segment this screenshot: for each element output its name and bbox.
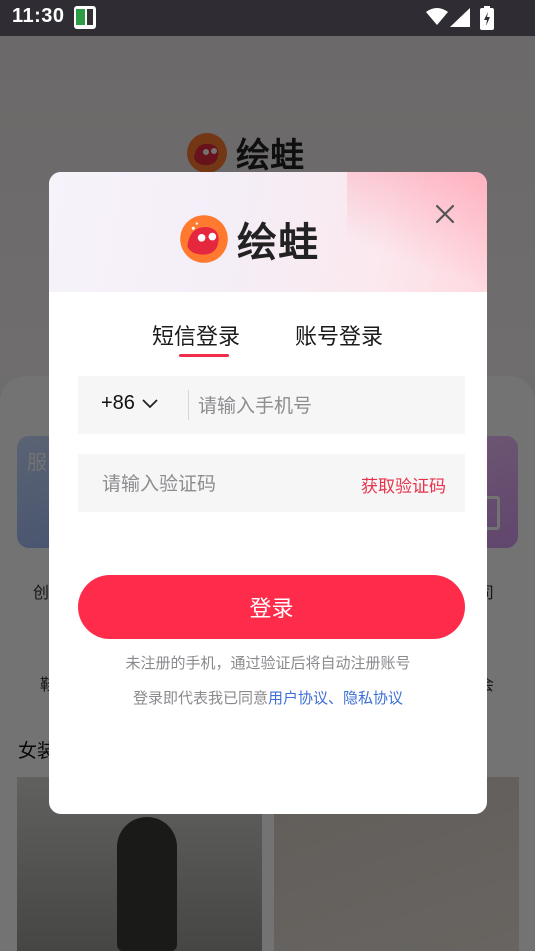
wifi-icon (426, 8, 448, 25)
tab-account-login[interactable]: 账号登录 (295, 319, 383, 351)
phone-field-row: +86 (78, 376, 465, 434)
dialog-logo: 绘蛙 (179, 210, 319, 268)
close-icon[interactable] (431, 200, 459, 228)
tab-sms-login[interactable]: 短信登录 (152, 319, 240, 351)
dialog-app-name: 绘蛙 (237, 221, 319, 265)
privacy-policy-link[interactable]: 隐私协议 (343, 689, 403, 707)
active-tab-indicator (179, 354, 229, 357)
notification-app-icon (74, 6, 96, 29)
get-code-button[interactable]: 获取验证码 (361, 472, 446, 497)
verification-code-input[interactable] (100, 464, 344, 504)
country-code-selector[interactable]: +86 (101, 392, 159, 415)
login-tabs: 短信登录 账号登录 (49, 312, 487, 362)
agreement-separator: 、 (328, 689, 344, 707)
status-time: 11:30 (12, 5, 65, 27)
signal-icon (450, 8, 470, 27)
divider (188, 390, 189, 420)
registration-notice: 未注册的手机，通过验证后将自动注册账号 (125, 654, 411, 672)
login-button[interactable]: 登录 (78, 575, 465, 639)
agreement-text: 登录即代表我已同意用户协议、隐私协议 (49, 687, 487, 708)
battery-charging-icon (480, 6, 494, 30)
agreement-prefix: 登录即代表我已同意 (132, 689, 268, 707)
user-agreement-link[interactable]: 用户协议 (268, 689, 328, 707)
country-code-label: +86 (101, 392, 135, 414)
chevron-down-icon (142, 398, 158, 408)
app-logo-icon (180, 215, 228, 263)
status-bar: 11:30 (0, 0, 535, 36)
verification-field-row: 获取验证码 (78, 454, 465, 512)
phone-input[interactable] (196, 386, 450, 426)
login-dialog: 绘蛙 短信登录 账号登录 +86 获取验证码 登录 未注册的手机，通过验证后将自… (49, 172, 487, 814)
